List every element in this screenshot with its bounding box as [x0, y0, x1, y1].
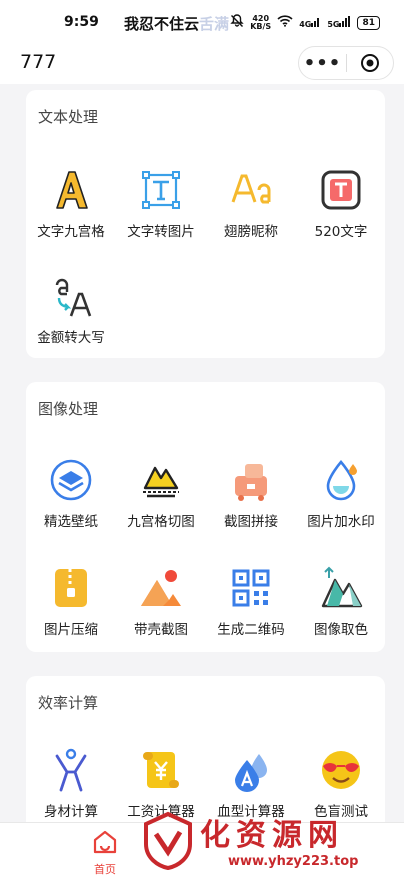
tool-label: 图片加水印	[307, 514, 375, 530]
tool-item[interactable]: 翅膀昵称	[206, 168, 296, 240]
tool-label: 图片压缩	[44, 622, 98, 638]
body-figure-icon	[55, 748, 87, 792]
font-aa-icon	[231, 174, 271, 204]
layers-icon	[50, 459, 92, 501]
landscape-icon	[141, 570, 181, 606]
status-icons: 420 KB/S 4G 5G 81	[230, 14, 380, 31]
signal-4g-icon: 4G	[299, 16, 321, 29]
tool-label: 520文字	[314, 224, 368, 240]
section-card-text: 文本处理 文字九宫格 文字转图片 翅膀昵称 520文字 金额转大写	[26, 90, 385, 358]
emoji-sunglasses-icon	[322, 751, 360, 789]
tool-label: 身材计算	[44, 804, 98, 820]
section-title: 图像处理	[38, 400, 99, 418]
section-title: 文本处理	[38, 108, 99, 126]
tool-item[interactable]: 文字转图片	[116, 168, 206, 240]
tool-label: 九宫格切图	[127, 514, 195, 530]
tab-home-label: 首页	[94, 863, 116, 876]
tool-label: 图像取色	[314, 622, 368, 638]
status-bar: 9:59 我忍不住云舌满 420 KB/S 4G 5G 81	[0, 0, 404, 44]
section-title: 效率计算	[38, 694, 99, 712]
tool-item[interactable]: 图片压缩	[26, 566, 116, 638]
tool-label: 生成二维码	[217, 622, 285, 638]
battery-indicator: 81	[357, 15, 380, 30]
puzzle-icon	[235, 464, 267, 501]
close-miniprogram-button[interactable]	[347, 53, 393, 73]
tool-label: 金额转大写	[37, 330, 105, 346]
letter-a-icon	[56, 171, 88, 209]
tool-item[interactable]: 图像取色	[296, 566, 386, 638]
status-marquee-fade: 舌满	[199, 15, 230, 33]
tool-item[interactable]: 截图拼接	[206, 458, 296, 530]
tool-item[interactable]: 血型计算器	[206, 748, 296, 820]
salary-scroll-icon	[143, 752, 179, 788]
target-icon	[360, 54, 379, 72]
blood-drop-icon	[235, 754, 267, 792]
wifi-icon	[277, 15, 293, 30]
tool-label: 色盲测试	[314, 804, 368, 820]
tab-home[interactable]: 首页	[80, 829, 130, 877]
signal-5g-icon: 5G	[327, 16, 351, 29]
translate-icon	[55, 278, 92, 317]
tool-item[interactable]: 色盲测试	[296, 748, 386, 820]
color-picker-icon	[321, 566, 363, 608]
tool-label: 工资计算器	[127, 804, 195, 820]
tool-item[interactable]: 520文字	[296, 168, 386, 240]
water-drop-icon	[326, 460, 357, 501]
tool-item[interactable]: 图片加水印	[296, 458, 386, 530]
page-title: 777	[20, 51, 57, 73]
tool-label: 翅膀昵称	[224, 224, 278, 240]
tool-item[interactable]: 金额转大写	[26, 274, 116, 346]
tool-item[interactable]: 文字九宫格	[26, 168, 116, 240]
main-content[interactable]: 文本处理 文字九宫格 文字转图片 翅膀昵称 520文字 金额转大写 图像处理 精…	[0, 84, 404, 822]
tool-item[interactable]: 身材计算	[26, 748, 116, 820]
signal-4g-label: 4G	[299, 20, 312, 29]
tool-label: 血型计算器	[217, 804, 285, 820]
status-time: 9:59	[64, 14, 99, 30]
qr-code-icon	[232, 569, 270, 607]
tool-item[interactable]: 带壳截图	[116, 566, 206, 638]
tab-bar: 首页	[0, 822, 404, 878]
mountain-crop-icon	[143, 466, 179, 498]
tool-label: 带壳截图	[134, 622, 188, 638]
tool-item[interactable]: 生成二维码	[206, 566, 296, 638]
home-icon	[93, 830, 117, 854]
net-speed-unit: KB/S	[250, 21, 272, 31]
mute-icon	[230, 14, 244, 31]
tool-label: 精选壁纸	[44, 514, 98, 530]
tool-item[interactable]: 精选壁纸	[26, 458, 116, 530]
nav-bar: 777 •••	[0, 44, 404, 84]
text-frame-icon	[142, 171, 180, 209]
section-card-image: 图像处理 精选壁纸 九宫格切图 截图拼接 图片加水印 图片压缩 带壳截图 生成二…	[26, 382, 385, 652]
signal-5g-label: 5G	[327, 20, 340, 29]
more-button[interactable]: •••	[299, 53, 346, 74]
miniprogram-capsule: •••	[298, 46, 394, 80]
tool-label: 截图拼接	[224, 514, 278, 530]
tool-label: 文字九宫格	[37, 224, 105, 240]
net-speed: 420 KB/S	[250, 14, 272, 31]
status-marquee-text: 我忍不住云	[124, 15, 200, 33]
tool-item[interactable]: 九宫格切图	[116, 458, 206, 530]
zip-file-icon	[55, 569, 87, 607]
tool-label: 文字转图片	[127, 224, 195, 240]
tool-item[interactable]: 工资计算器	[116, 748, 206, 820]
section-card-calc: 效率计算 身材计算 工资计算器 血型计算器 色盲测试	[26, 676, 385, 822]
status-marquee: 我忍不住云舌满	[124, 13, 229, 34]
text-box-icon	[321, 170, 361, 210]
